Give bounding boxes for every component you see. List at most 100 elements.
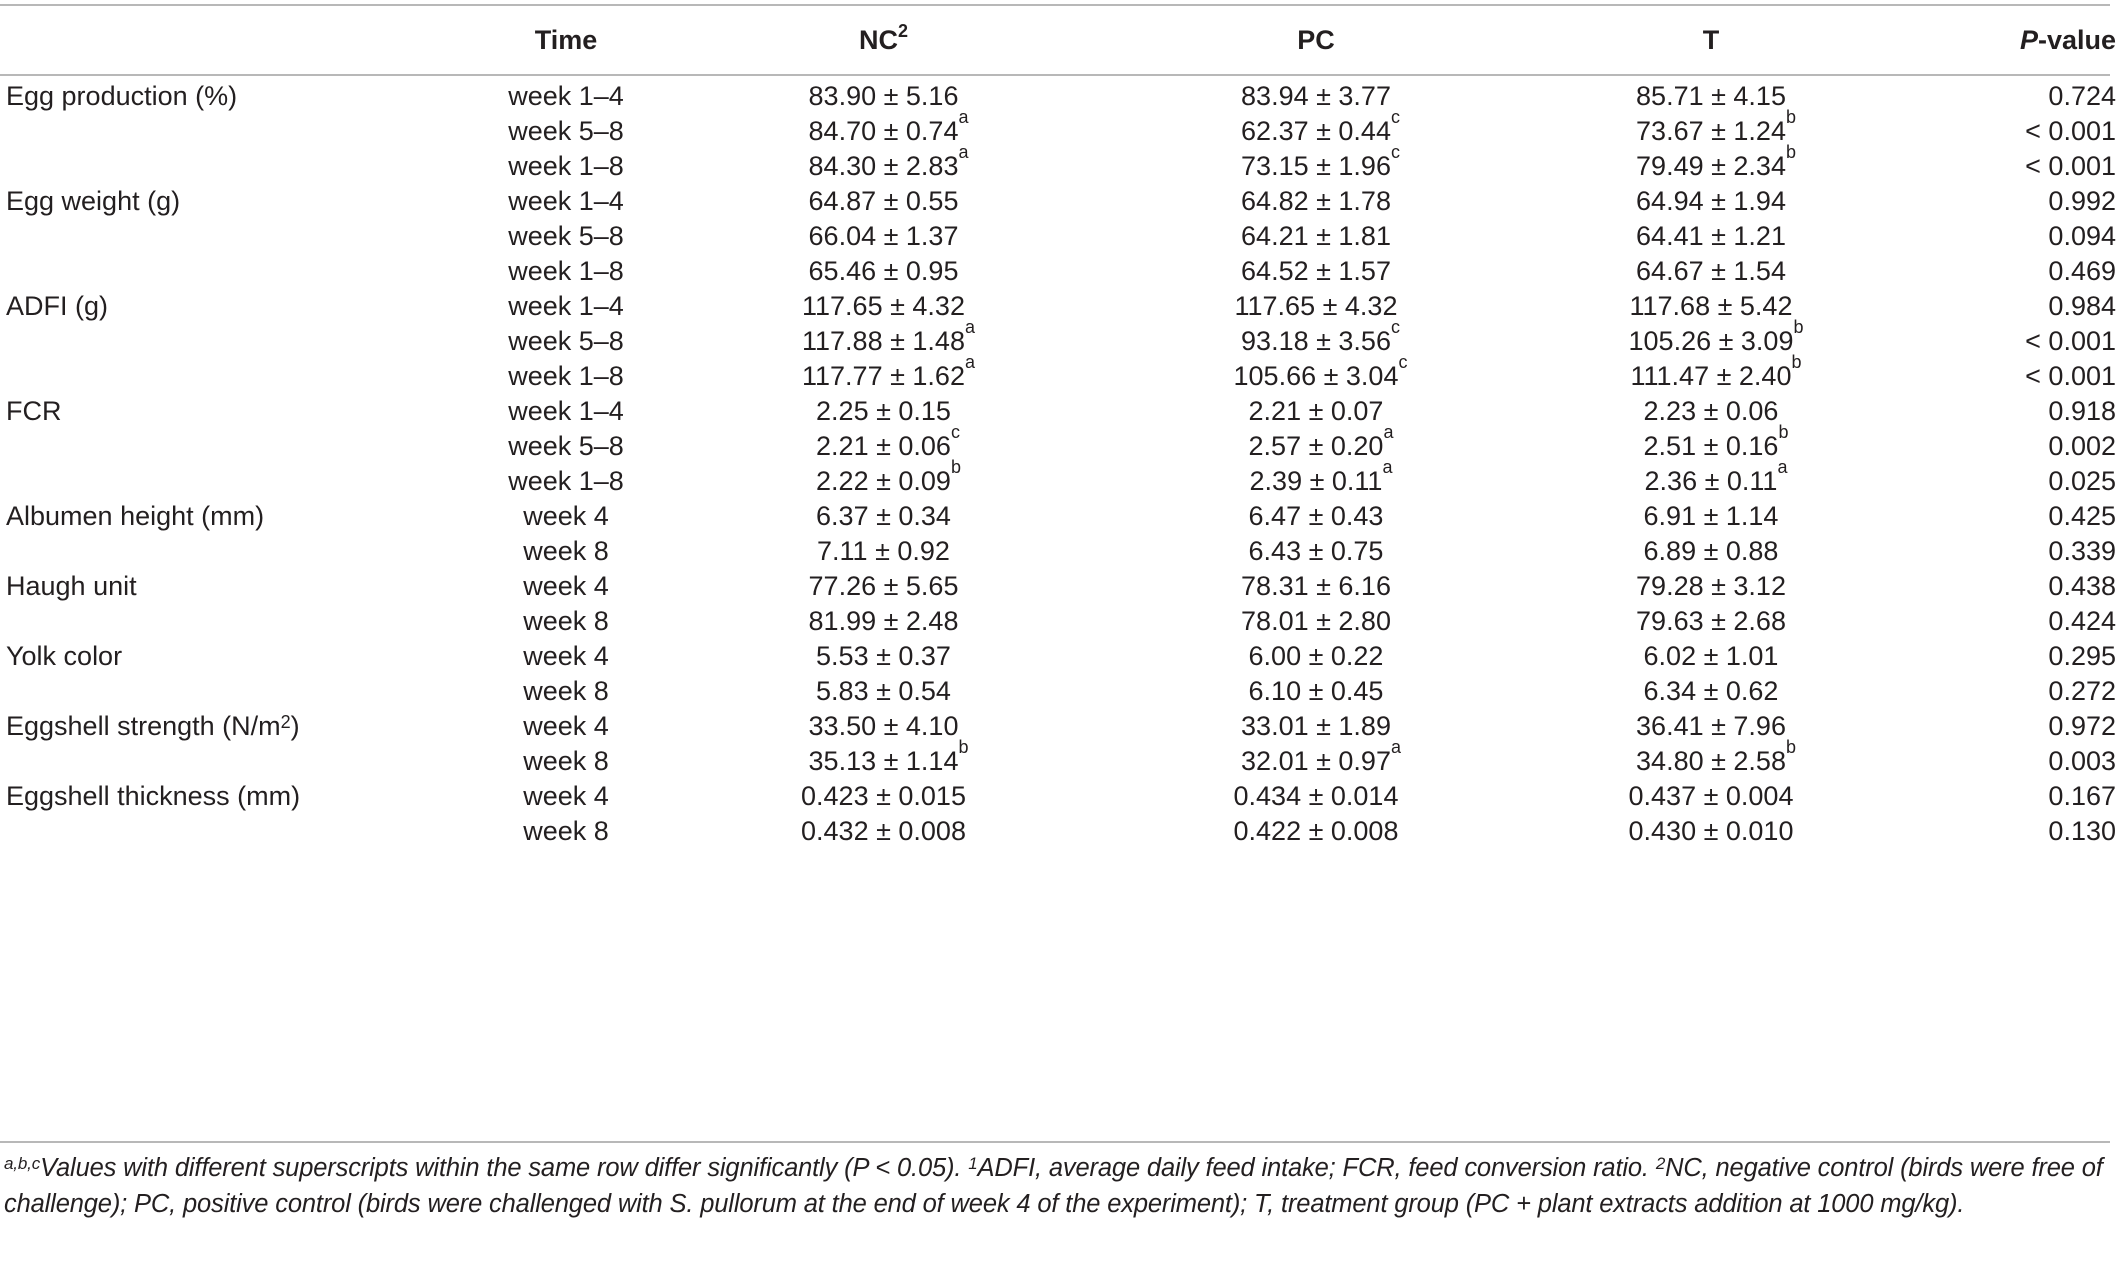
cell-t-text: 0.430 ± 0.010 (1629, 814, 1794, 849)
cell-time: week 4 (486, 499, 646, 534)
cell-nc-superscript: a (964, 352, 975, 372)
table-row: week 8 81.99 ± 2.48 78.01 ± 2.80 79.63 ± 2.… (0, 604, 2118, 639)
cell-p-value-value: < 0.001 (2025, 326, 2116, 356)
cell-parameter (0, 534, 486, 569)
cell-pc-text: 64.82 ± 1.78 (1241, 184, 1391, 219)
cell-pc-text: 6.10 ± 0.45 (1249, 674, 1384, 709)
cell-nc: 2.22 ± 0.09 b (646, 458, 1121, 499)
cell-t: 64.94 ± 1.94 (1511, 184, 1911, 219)
cell-p-value: 0.438 (1911, 569, 2118, 604)
cell-nc-text: 35.13 ± 1.14 b (809, 738, 969, 779)
cell-t-value: 117.68 ± 5.42 (1629, 291, 1793, 321)
cell-p-value-value: < 0.001 (2025, 151, 2116, 181)
cell-p-value: 0.339 (1911, 534, 2118, 569)
header-p-italic: P (2019, 24, 2038, 55)
cell-pc: 32.01 ± 0.97 a (1121, 738, 1511, 779)
cell-nc-value: 83.90 ± 5.16 (808, 81, 959, 111)
cell-parameter-value: Egg weight (g) (6, 186, 181, 216)
cell-p-value-text: 0.272 (2048, 674, 2116, 709)
cell-p-value-value: 0.724 (2048, 81, 2116, 111)
cell-t-superscript: b (1778, 422, 1789, 442)
cell-pc-value: 32.01 ± 0.97 (1241, 746, 1391, 776)
cell-t: 64.67 ± 1.54 (1511, 254, 1911, 289)
cell-pc-text: 83.94 ± 3.77 (1241, 79, 1391, 114)
cell-nc: 0.432 ± 0.008 (646, 814, 1121, 849)
cell-pc-text: 117.65 ± 4.32 (1235, 289, 1398, 324)
cell-nc-superscript: c (950, 422, 960, 442)
cell-p-value: 0.469 (1911, 254, 2118, 289)
footnote-sup-1: 1 (968, 1154, 978, 1173)
cell-time-text: week 8 (523, 814, 609, 849)
cell-pc-value: 2.57 ± 0.20 (1248, 431, 1384, 461)
cell-t: 6.02 ± 1.01 (1511, 639, 1911, 674)
cell-p-value: 0.002 (1911, 429, 2118, 464)
cell-p-value-value: 0.438 (2048, 571, 2116, 601)
cell-pc-superscript: c (1390, 107, 1400, 127)
cell-p-value-text: 0.003 (2048, 744, 2116, 779)
cell-nc-text: 83.90 ± 5.16 (809, 79, 959, 114)
cell-time-text: week 1–4 (508, 289, 624, 324)
cell-time-value: week 1–4 (508, 396, 624, 426)
cell-t-value: 2.36 ± 0.11 (1644, 466, 1778, 496)
cell-t: 0.437 ± 0.004 (1511, 779, 1911, 814)
cell-nc: 65.46 ± 0.95 (646, 254, 1121, 289)
cell-parameter-text: FCR (6, 396, 62, 426)
cell-pc-superscript: c (1398, 352, 1408, 372)
cell-pc-value: 6.10 ± 0.45 (1248, 676, 1384, 706)
cell-time-text: week 1–8 (508, 359, 624, 394)
cell-p-value-value: 0.424 (2048, 606, 2116, 636)
cell-pc-superscript: a (1383, 422, 1394, 442)
cell-time-text: week 8 (523, 534, 609, 569)
cell-time: week 1–8 (486, 149, 646, 184)
cell-p-value-text: 0.424 (2048, 604, 2116, 639)
cell-time: week 5–8 (486, 324, 646, 359)
cell-p-value-value: 0.003 (2048, 746, 2116, 776)
cell-nc: 117.65 ± 4.32 (646, 289, 1121, 324)
cell-pc: 73.15 ± 1.96 c (1121, 143, 1511, 184)
cell-nc-text: 2.21 ± 0.06 c (816, 423, 960, 464)
cell-p-value: 0.424 (1911, 604, 2118, 639)
cell-time-value: week 1–4 (508, 186, 624, 216)
cell-pc-text: 73.15 ± 1.96 c (1241, 143, 1400, 184)
cell-nc: 6.37 ± 0.34 (646, 499, 1121, 534)
cell-pc-value: 73.15 ± 1.96 (1241, 151, 1391, 181)
cell-pc-text: 78.01 ± 2.80 (1241, 604, 1391, 639)
cell-parameter: FCR (0, 394, 486, 429)
cell-nc: 84.70 ± 0.74 a (646, 108, 1121, 149)
cell-time-text: week 4 (523, 499, 609, 534)
cell-nc-value: 117.77 ± 1.62 (802, 361, 965, 391)
header-nc: NC2 (646, 6, 1121, 74)
cell-pc-text: 6.43 ± 0.75 (1249, 534, 1384, 569)
table-row: week 1–8 65.46 ± 0.95 64.52 ± 1.57 64.67 ± … (0, 254, 2118, 289)
cell-pc-text: 6.00 ± 0.22 (1249, 639, 1384, 674)
cell-time-value: week 1–4 (508, 81, 624, 111)
cell-pc-text: 78.31 ± 6.16 (1241, 569, 1391, 604)
cell-p-value-value: 0.918 (2048, 396, 2116, 426)
cell-p-value-text: 0.918 (2048, 394, 2116, 429)
cell-p-value: 0.003 (1911, 744, 2118, 779)
cell-pc: 83.94 ± 3.77 (1121, 74, 1511, 114)
cell-pc-text: 33.01 ± 1.89 (1241, 709, 1391, 744)
cell-pc: 0.422 ± 0.008 (1121, 814, 1511, 849)
cell-p-value: 0.425 (1911, 499, 2118, 534)
cell-p-value-text: 0.984 (2048, 289, 2116, 324)
cell-nc-value: 5.83 ± 0.54 (816, 676, 951, 706)
cell-pc-text: 62.37 ± 0.44 c (1241, 108, 1400, 149)
cell-time: week 4 (486, 569, 646, 604)
cell-pc-text: 64.21 ± 1.81 (1241, 219, 1391, 254)
cell-nc-value: 66.04 ± 1.37 (808, 221, 959, 251)
cell-t-value: 2.51 ± 0.16 (1643, 431, 1779, 461)
cell-pc-value: 2.21 ± 0.07 (1248, 396, 1384, 426)
cell-nc: 7.11 ± 0.92 (646, 534, 1121, 569)
table-row: Egg production (%) week 1–4 83.90 ± 5.16 83… (0, 74, 2118, 114)
cell-t: 2.51 ± 0.16 b (1511, 423, 1911, 464)
table-header-row: Time NC2 PC T P-value (0, 6, 2118, 74)
cell-nc-text: 117.88 ± 1.48 a (802, 318, 975, 359)
header-nc-footnote-marker: 2 (897, 20, 908, 41)
cell-t-text: 111.47 ± 2.40 b (1631, 353, 1802, 394)
cell-pc-value: 62.37 ± 0.44 (1241, 116, 1391, 146)
cell-t-text: 105.26 ± 3.09 b (1629, 318, 1804, 359)
cell-pc-value: 117.65 ± 4.32 (1234, 291, 1398, 321)
cell-parameter: Albumen height (mm) (0, 499, 486, 534)
cell-p-value: 0.130 (1911, 814, 2118, 849)
